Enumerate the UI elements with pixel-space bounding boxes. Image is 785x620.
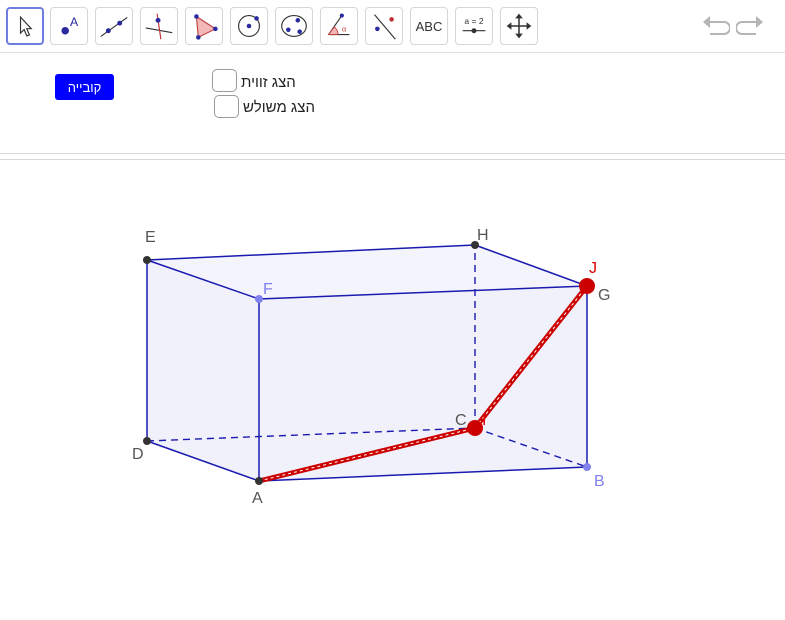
label-H: H — [477, 227, 489, 244]
point-D[interactable] — [143, 437, 151, 445]
toolbar: A α ABC a = 2 — [0, 0, 785, 53]
label-D: D — [132, 446, 144, 463]
svg-text:A: A — [70, 15, 79, 29]
move-graphics-view-tool-icon — [506, 13, 532, 39]
line-tool-button[interactable] — [95, 7, 133, 45]
graphics-view[interactable]: A B C D E F G H I J — [0, 160, 785, 620]
point-A[interactable] — [255, 477, 263, 485]
label-E: E — [145, 229, 156, 246]
label-C: C — [455, 412, 467, 429]
prism-drawing[interactable]: A B C D E F G H I J — [0, 160, 785, 620]
redo-icon[interactable] — [736, 12, 766, 40]
slider-tool-label: a = 2 — [464, 16, 483, 26]
text-tool-button[interactable]: ABC — [410, 7, 448, 45]
polygon-tool-icon — [194, 14, 218, 40]
move-tool-icon — [19, 15, 33, 37]
svg-text:α: α — [342, 25, 347, 34]
reflect-about-line-tool-button[interactable] — [365, 7, 403, 45]
angle-tool-button[interactable]: α — [320, 7, 358, 45]
slider-tool-icon: a = 2 — [462, 16, 486, 34]
control-panel — [0, 53, 785, 153]
show-triangle-checkbox[interactable] — [214, 95, 239, 118]
reflect-about-line-tool-icon — [374, 14, 396, 40]
perpendicular-line-tool-icon — [145, 13, 173, 40]
angle-tool-icon: α — [327, 13, 350, 36]
circle-three-points-tool-icon — [281, 15, 307, 37]
point-J[interactable] — [579, 278, 595, 294]
line-tool-icon — [100, 17, 128, 37]
show-angle-checkbox[interactable] — [212, 69, 237, 92]
front-face — [259, 286, 587, 481]
show-triangle-label: הצג משולש — [243, 99, 315, 116]
point-F[interactable] — [255, 295, 263, 303]
circle-center-point-tool-icon — [238, 15, 260, 37]
polygon-tool-button[interactable] — [185, 7, 223, 45]
panel-divider — [0, 153, 785, 154]
show-angle-label: הצג זווית — [241, 74, 296, 91]
circle-three-points-tool-button[interactable] — [275, 7, 313, 45]
point-B[interactable] — [583, 463, 591, 471]
perpendicular-line-tool-button[interactable] — [140, 7, 178, 45]
move-tool-button[interactable] — [6, 7, 44, 45]
label-A: A — [252, 490, 263, 507]
circle-center-point-tool-button[interactable] — [230, 7, 268, 45]
undo-icon[interactable] — [700, 12, 730, 40]
label-J: J — [589, 260, 597, 277]
point-tool-icon: A — [61, 15, 79, 35]
text-tool-icon: ABC — [415, 18, 443, 34]
point-E[interactable] — [143, 256, 151, 264]
point-tool-button[interactable]: A — [50, 7, 88, 45]
label-F: F — [263, 281, 273, 298]
label-I: I — [482, 412, 486, 429]
point-I[interactable] — [467, 420, 483, 436]
label-G: G — [598, 287, 610, 304]
move-graphics-view-tool-button[interactable] — [500, 7, 538, 45]
cube-button[interactable]: קובייה — [55, 74, 114, 100]
label-B: B — [594, 473, 605, 490]
slider-tool-button[interactable]: a = 2 — [455, 7, 493, 45]
